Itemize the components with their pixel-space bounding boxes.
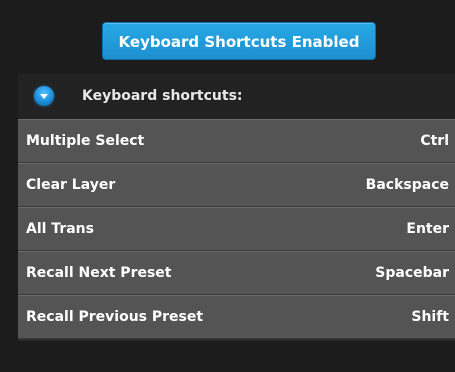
shortcut-key-label: Shift	[411, 309, 449, 325]
keyboard-shortcuts-panel: Keyboard shortcuts: Multiple Select Ctrl…	[18, 74, 455, 341]
shortcut-action-label: All Trans	[26, 221, 94, 237]
shortcut-key-label: Spacebar	[375, 265, 449, 281]
keyboard-shortcuts-enabled-button[interactable]: Keyboard Shortcuts Enabled	[102, 22, 376, 60]
panel-header[interactable]: Keyboard shortcuts:	[18, 74, 455, 119]
chevron-down-icon[interactable]	[34, 86, 54, 106]
shortcut-key-label: Ctrl	[420, 133, 449, 149]
shortcut-action-label: Clear Layer	[26, 177, 116, 193]
shortcut-action-label: Recall Next Preset	[26, 265, 172, 281]
shortcut-row-all-trans: All Trans Enter	[18, 207, 455, 251]
shortcut-action-label: Multiple Select	[26, 133, 145, 149]
shortcut-key-label: Enter	[406, 221, 449, 237]
keyboard-shortcuts-view: Keyboard Shortcuts Enabled Keyboard shor…	[0, 0, 455, 372]
panel-title: Keyboard shortcuts:	[82, 88, 243, 104]
shortcut-key-label: Backspace	[365, 177, 449, 193]
shortcut-row-multiple-select: Multiple Select Ctrl	[18, 119, 455, 163]
shortcut-list: Multiple Select Ctrl Clear Layer Backspa…	[18, 119, 455, 339]
shortcut-row-recall-next-preset: Recall Next Preset Spacebar	[18, 251, 455, 295]
shortcut-row-recall-previous-preset: Recall Previous Preset Shift	[18, 295, 455, 339]
shortcut-action-label: Recall Previous Preset	[26, 309, 204, 325]
shortcut-row-clear-layer: Clear Layer Backspace	[18, 163, 455, 207]
